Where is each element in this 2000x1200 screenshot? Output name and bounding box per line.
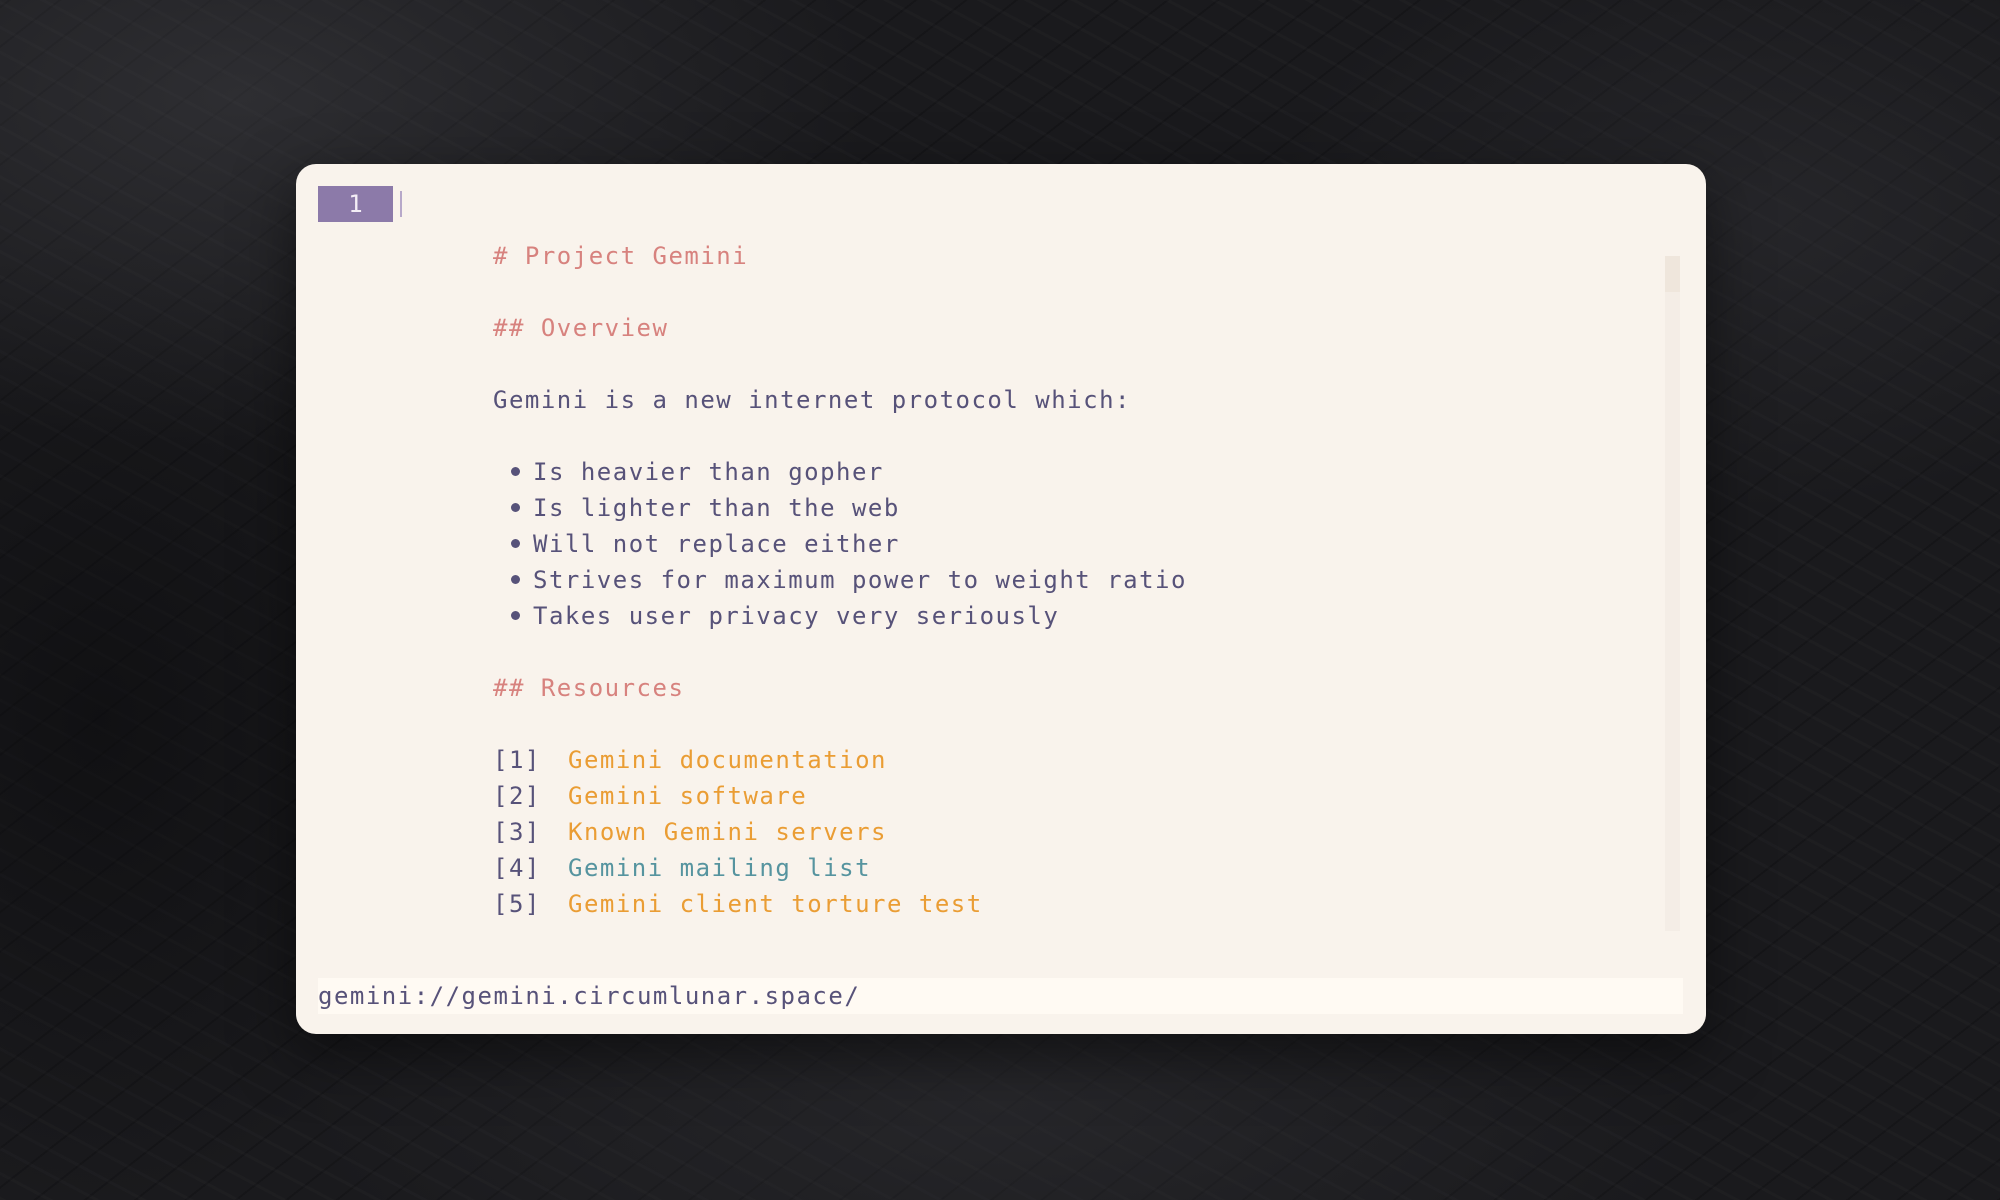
link-text[interactable]: Gemini software (568, 782, 807, 810)
overview-heading: ## Overview (493, 314, 669, 342)
link-index: [5] (493, 890, 541, 918)
list-item: Takes user privacy very seriously (493, 598, 1059, 634)
url-bar[interactable]: gemini://gemini.circumlunar.space/ (318, 978, 1683, 1014)
bullet-icon (511, 503, 520, 512)
tab-separator (400, 191, 402, 217)
link-text[interactable]: Gemini mailing list (568, 854, 871, 882)
link-text[interactable]: Known Gemini servers (568, 818, 887, 846)
resources-heading: ## Resources (493, 674, 685, 702)
link-index: [3] (493, 818, 541, 846)
bullet-icon (511, 539, 520, 548)
browser-window: 1 # Project Gemini ## Overview Gemini is… (296, 164, 1706, 1034)
bullet-icon (511, 575, 520, 584)
resource-link[interactable]: [1] Gemini documentation (493, 742, 887, 778)
resource-link[interactable]: [4] Gemini mailing list (493, 850, 871, 886)
resource-link[interactable]: [3] Known Gemini servers (493, 814, 887, 850)
list-item: Is lighter than the web (493, 490, 900, 526)
bullet-icon (511, 467, 520, 476)
list-item: Will not replace either (493, 526, 900, 562)
list-item: Strives for maximum power to weight rati… (493, 562, 1187, 598)
bullet-icon (511, 611, 520, 620)
intro-text: Gemini is a new internet protocol which: (493, 386, 1131, 414)
tab-1[interactable]: 1 (318, 186, 393, 222)
list-item: Is heavier than gopher (493, 454, 884, 490)
resource-link[interactable]: [2] Gemini software (493, 778, 807, 814)
link-index: [4] (493, 854, 541, 882)
scrollbar[interactable] (1665, 256, 1680, 931)
link-index: [2] (493, 782, 541, 810)
page-content: # Project Gemini ## Overview Gemini is a… (318, 238, 1683, 938)
link-index: [1] (493, 746, 541, 774)
link-text[interactable]: Gemini client torture test (568, 890, 983, 918)
scrollbar-thumb[interactable] (1665, 256, 1680, 292)
page-title: # Project Gemini (493, 242, 749, 270)
link-text[interactable]: Gemini documentation (568, 746, 887, 774)
resource-link[interactable]: [5] Gemini client torture test (493, 886, 983, 922)
tab-bar: 1 (318, 186, 402, 222)
